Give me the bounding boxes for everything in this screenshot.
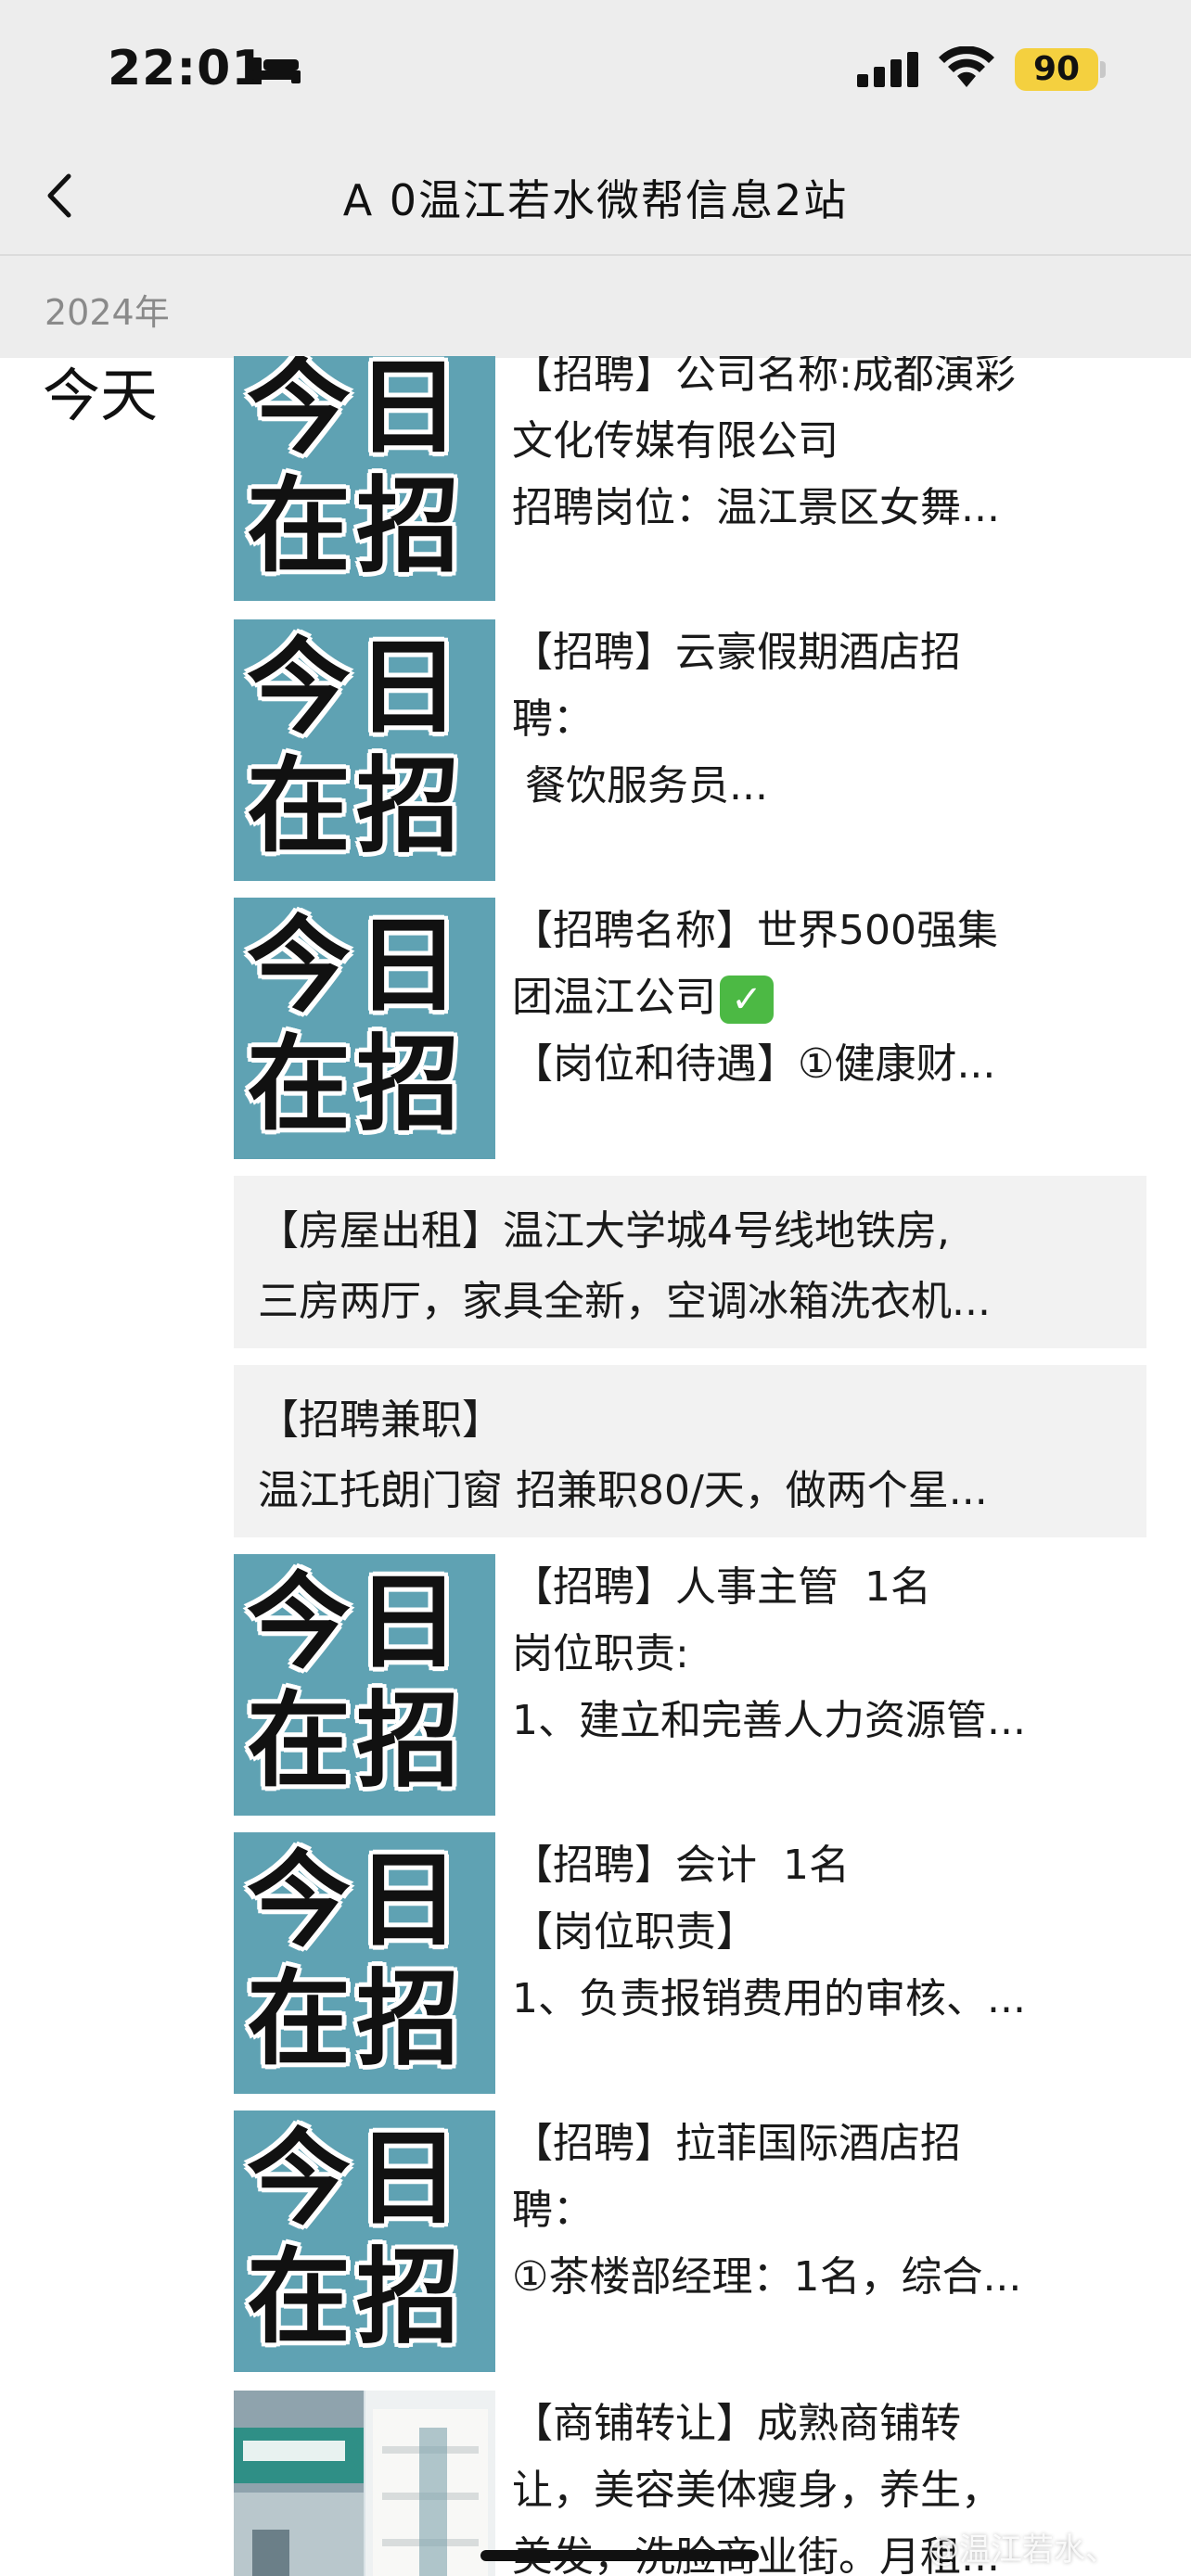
hiring-today-thumbnail: 今日 在招 [234,619,495,881]
battery-icon: 90 [1015,48,1098,91]
thumb-text-line: 在招 [247,466,466,587]
post-line: 【招聘】会计 1名 [512,1842,850,1889]
shop-photo-thumbnail [234,2391,495,2576]
post-line: 1、负责报销费用的审核、... [512,1975,1026,2022]
post-line: 【招聘】人事主管 1名 [512,1563,931,1611]
feed-item[interactable]: 今日 在招 【招聘】云豪假期酒店招 聘： 餐饮服务员... [234,619,1146,881]
home-indicator[interactable] [480,2550,759,2561]
year-label: 2024年 [45,292,170,333]
thumb-text-line: 在招 [247,1959,466,2080]
feed-item[interactable]: 今日 在招 【招聘】拉菲国际酒店招 聘： ①茶楼部经理：1名，综合... [234,2111,1146,2372]
post-line: 团温江公司 [512,974,716,1021]
text-post-card[interactable]: 【招聘兼职】 温江托朗门窗 招兼职80/天，做两个星... [234,1365,1146,1537]
post-line: 【招聘】云豪假期酒店招 [512,629,961,676]
battery-tip [1100,61,1106,78]
thumb-text-line: 在招 [247,2238,466,2358]
hiring-today-thumbnail: 今日 在招 [234,356,495,601]
text-post-card[interactable]: 【房屋出租】温江大学城4号线地铁房, 三房两厅，家具全新，空调冰箱洗衣机... [234,1176,1146,1348]
thumb-text-line: 今日 [247,1562,466,1683]
thumb-text-line: 在招 [247,1025,466,1145]
post-text: 【招聘】会计 1名 【岗位职责】 1、负责报销费用的审核、... [512,1832,1139,2033]
status-bar: 22:01 90 [0,0,1191,139]
wifi-icon [939,46,994,87]
signal-icon [857,52,918,87]
thumb-text-line: 今日 [247,628,466,748]
feed-item[interactable]: 今日 在招 【招聘】会计 1名 【岗位职责】 1、负责报销费用的审核、... [234,1832,1146,2094]
post-text: 【招聘】拉菲国际酒店招 聘： ①茶楼部经理：1名，综合... [512,2111,1139,2311]
post-text: 【招聘名称】世界500强集 团温江公司 ✓ 【岗位和待遇】①健康财... [512,898,1139,1098]
post-line: 温江托朗门窗 招兼职80/天，做两个星... [258,1467,988,1514]
post-line: 三房两厅，家具全新，空调冰箱洗衣机... [258,1278,991,1325]
check-mark-icon: ✓ [720,976,774,1024]
post-line: 1、建立和完善人力资源管... [512,1697,1026,1744]
thumb-text-line: 今日 [247,906,466,1027]
shop-photo-image [234,2391,495,2576]
post-line: 聘： [512,2187,594,2234]
thumb-text-line: 今日 [247,2119,466,2239]
post-line: 【岗位职责】 [512,1908,757,1956]
page-title: A 0温江若水微帮信息2站 [342,175,849,225]
feed-item[interactable]: 今日 在招 【招聘名称】世界500强集 团温江公司 ✓ 【岗位和待遇】①健康财... [234,898,1146,1159]
post-text: 【招聘兼职】 温江托朗门窗 招兼职80/天，做两个星... [258,1385,1133,1526]
status-time: 22:01 [108,41,266,96]
hiring-today-thumbnail: 今日 在招 [234,1554,495,1816]
post-line: 【招聘兼职】 [258,1396,503,1444]
thumb-text-line: 在招 [247,746,466,867]
post-line: 餐饮服务员... [512,762,768,810]
watermark: @温江若水、 [928,2531,1117,2569]
post-line: 【商铺转让】成熟商铺转 [512,2400,961,2447]
post-line: 聘： [512,695,594,743]
thumb-text-line: 在招 [247,1681,466,1802]
post-text: 【招聘】公司名称:成都演彩 文化传媒有限公司 招聘岗位：温江景区女舞... [512,356,1139,542]
thumb-text-line: 今日 [247,1841,466,1961]
chevron-left-icon[interactable] [37,163,83,228]
post-line: 【招聘】公司名称:成都演彩 [512,356,1016,398]
moments-feed: 今日 在招 【招聘】公司名称:成都演彩 文化传媒有限公司 招聘岗位：温江景区女舞.… [0,356,1191,2576]
post-line: 文化传媒有限公司 [512,417,839,465]
post-text: 【招聘】人事主管 1名 岗位职责: 1、建立和完善人力资源管... [512,1554,1139,1754]
post-line: ①茶楼部经理：1名，综合... [512,2253,1022,2301]
feed-item[interactable]: 今日 在招 【招聘】人事主管 1名 岗位职责: 1、建立和完善人力资源管... [234,1554,1146,1816]
sleep-bed-icon [252,57,301,83]
post-line: 【招聘名称】世界500强集 [512,907,998,954]
hiring-today-thumbnail: 今日 在招 [234,2111,495,2372]
hiring-today-thumbnail: 今日 在招 [234,1832,495,2094]
post-line: 【招聘】拉菲国际酒店招 [512,2120,961,2167]
post-line: 岗位职责: [512,1630,689,1677]
post-line: 招聘岗位：温江景区女舞... [512,484,1000,531]
year-header: 2024年 [0,254,1191,358]
feed-item[interactable]: 今日 在招 【招聘】公司名称:成都演彩 文化传媒有限公司 招聘岗位：温江景区女舞.… [234,356,1146,601]
post-text: 【招聘】云豪假期酒店招 聘： 餐饮服务员... [512,619,1139,820]
battery-level: 90 [1032,50,1081,88]
day-label: 今天 [43,362,159,429]
post-text: 【房屋出租】温江大学城4号线地铁房, 三房两厅，家具全新，空调冰箱洗衣机... [258,1196,1133,1337]
post-line: 让，美容美体瘦身，养生， [512,2467,1002,2514]
hiring-today-thumbnail: 今日 在招 [234,898,495,1159]
nav-bar: A 0温江若水微帮信息2站 [0,139,1191,254]
post-line: 【房屋出租】温江大学城4号线地铁房, [258,1207,950,1255]
thumb-text-line: 今日 [247,356,466,468]
post-line: 【岗位和待遇】①健康财... [512,1040,996,1088]
